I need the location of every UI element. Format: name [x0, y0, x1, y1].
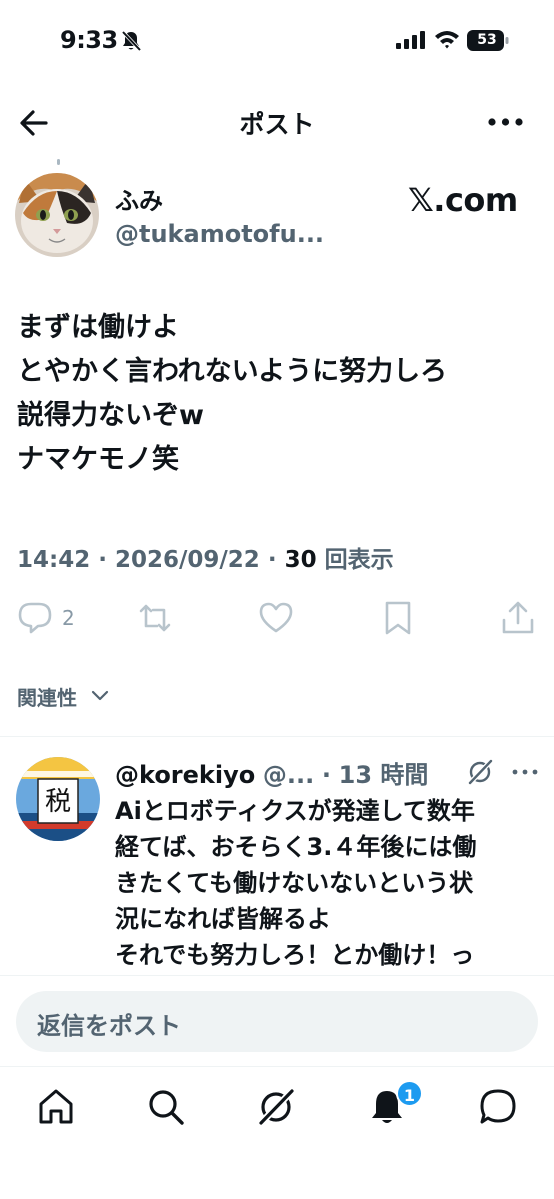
thread-line — [57, 159, 60, 165]
post-text-line: まずは働けよ — [17, 312, 179, 343]
meta-separator: · — [267, 547, 285, 573]
reply-author-name[interactable]: @korekiyo — [115, 761, 255, 789]
messages-icon[interactable] — [478, 1087, 518, 1127]
author-name[interactable]: ふみ — [115, 181, 163, 216]
chevron-down-icon[interactable] — [90, 685, 110, 705]
divider — [0, 1066, 554, 1067]
home-icon[interactable] — [36, 1087, 76, 1127]
view-count: 30 — [284, 547, 317, 573]
search-icon[interactable] — [146, 1087, 186, 1127]
author-handle[interactable]: @tukamotofu... — [115, 220, 324, 248]
reply-more-options-icon[interactable] — [511, 766, 539, 778]
reply-text: Aiとロボティクスが発達して数年 経てば、おそらく3.４年後には働 きたくても働… — [115, 793, 535, 975]
reply-count: 2 — [62, 606, 75, 630]
grok-nav-icon[interactable] — [256, 1087, 296, 1127]
source-label: 𝕏.com — [408, 181, 518, 219]
post-text-line: とやかく言われないように努力しろ — [17, 356, 448, 387]
grok-icon[interactable] — [466, 758, 494, 786]
meta-separator: · — [98, 547, 115, 573]
post-time[interactable]: 14:42 — [17, 547, 90, 573]
battery-level: 53 — [477, 32, 497, 48]
bookmark-icon[interactable] — [380, 600, 416, 636]
avatar-kanji: 税 — [45, 787, 71, 817]
reply-input-placeholder: 返信をポスト — [37, 1012, 181, 1040]
bell-off-icon — [121, 30, 141, 52]
post-text-line: 説得力ないぞw — [17, 400, 204, 431]
divider — [0, 975, 554, 976]
more-options-icon[interactable] — [486, 108, 526, 136]
reply-text-line: Aiとロボティクスが発達して数年 — [115, 797, 475, 825]
post-date[interactable]: 2026/09/22 — [115, 547, 260, 573]
author-avatar[interactable] — [15, 173, 99, 257]
reply-avatar-image: 税 — [16, 757, 100, 841]
views-label: 回表示 — [324, 547, 394, 573]
page-title: ポスト — [239, 110, 315, 139]
status-time: 9:33 — [60, 26, 118, 54]
reply-text-line: 況になれば皆解るよ — [115, 905, 331, 933]
repost-icon[interactable] — [137, 600, 173, 636]
like-heart-icon[interactable] — [258, 600, 294, 636]
notification-badge: 1 — [396, 1080, 423, 1107]
reply-text-line: 経てば、おそらく3.４年後には働 — [115, 833, 477, 861]
reply-time[interactable]: 13 時間 — [339, 761, 429, 789]
divider — [0, 736, 554, 737]
wifi-icon — [435, 31, 459, 49]
reply-author-handle[interactable]: @... — [263, 761, 314, 789]
sort-related-button[interactable]: 関連性 — [17, 682, 77, 711]
cat-avatar-image — [15, 173, 99, 257]
reply-text-line: それでも努力しろ！とか働け！っ — [115, 941, 475, 969]
reply-icon[interactable] — [17, 600, 53, 636]
share-icon[interactable] — [500, 600, 536, 636]
reply-text-line: きたくても働けないないという状 — [115, 869, 474, 897]
reply-header: @korekiyo @... · 13 時間 — [115, 755, 428, 790]
post-text-line: ナマケモノ笑 — [17, 444, 179, 475]
reply-avatar[interactable]: 税 — [16, 757, 100, 841]
cellular-signal-icon — [396, 31, 425, 49]
post-text: まずは働けよ とやかく言われないように努力しろ 説得力ないぞw ナマケモノ笑 — [17, 306, 537, 482]
post-meta: 14:42 · 2026/09/22 · 30 回表示 — [17, 540, 394, 574]
meta-separator: · — [321, 761, 332, 789]
